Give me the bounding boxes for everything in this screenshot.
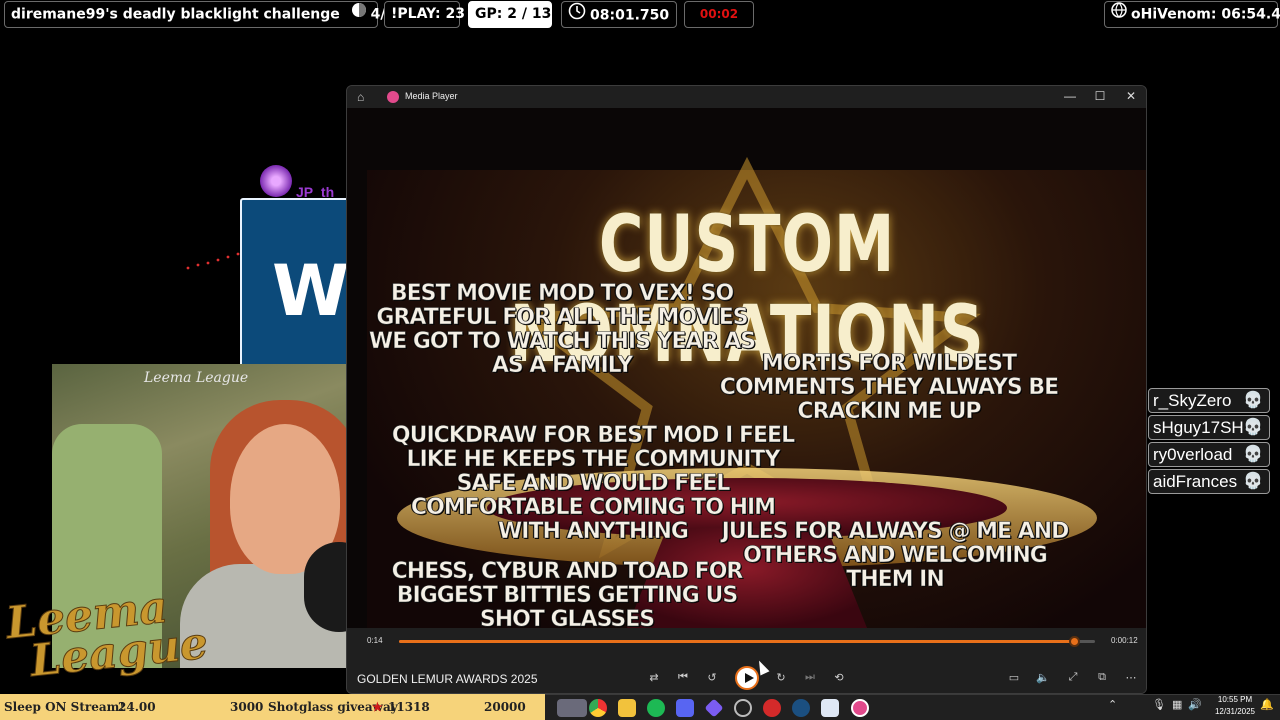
chat-name-3: ry0verload 💀 — [1148, 442, 1270, 467]
taskbar-clock[interactable]: 10:55 PM 12/31/2025 — [1212, 694, 1258, 718]
skull-icon: 💀 — [1243, 419, 1263, 436]
ticker-item-3: 3000 — [230, 700, 264, 714]
chrome-icon[interactable] — [589, 699, 607, 717]
tray-chevron-icon[interactable]: ⌃ — [1108, 698, 1117, 711]
discord-icon[interactable] — [676, 699, 694, 717]
media-player-window[interactable]: ⌂ Media Player — ☐ ✕ CUSTOM NOMNATIONS B… — [346, 85, 1147, 694]
taskbar — [545, 694, 1280, 720]
media-player-taskbar-icon[interactable] — [851, 699, 869, 717]
app-icon-circle[interactable] — [734, 699, 752, 717]
nomination-5: CHESS, CYBUR AND TOAD FOR BIGGEST BITTIE… — [391, 559, 743, 628]
minimize-button[interactable]: — — [1056, 89, 1084, 103]
skull-icon: 💀 — [1243, 473, 1263, 490]
challenge-title-pill: diremane99's deadly blacklight challenge… — [4, 1, 405, 28]
chat-name-text: sHguy17SH — [1153, 418, 1244, 437]
red-timer-pill: 00:02 — [684, 1, 754, 28]
seek-handle[interactable] — [1069, 636, 1081, 647]
challenge-title: diremane99's deadly blacklight challenge — [11, 6, 340, 23]
ticker-item-2: 24.00 — [118, 700, 156, 714]
background-card-text: W — [272, 250, 350, 332]
video-frame[interactable]: CUSTOM NOMNATIONS BEST MOVIE MOD TO VEX!… — [347, 108, 1146, 628]
taskbar-date: 12/31/2025 — [1214, 707, 1256, 716]
maximize-button[interactable]: ☐ — [1086, 89, 1114, 103]
red-timer: 00:02 — [699, 7, 739, 21]
more-options-icon[interactable]: ⋯ — [1123, 671, 1139, 684]
chat-name-1: r_SkyZero 💀 — [1148, 388, 1270, 413]
seek-bar[interactable] — [399, 636, 1095, 647]
volume-icon[interactable]: 🔈 — [1035, 671, 1051, 684]
ticker-item-1: Sleep ON Stream! — [4, 700, 125, 714]
tray-mic-icon[interactable]: 🎙 — [1152, 698, 1166, 711]
channel-logo: Leema League — [3, 581, 211, 688]
notification-bell-icon[interactable]: 🔔 — [1260, 698, 1274, 711]
nomination-1: BEST MOVIE MOD TO VEX! SO GRATEFUL FOR A… — [368, 281, 757, 378]
skull-icon: 💀 — [1243, 392, 1263, 409]
stream-ticker: Sleep ON Stream! 24.00 3000 Shotglass gi… — [0, 694, 545, 720]
app-icon-window[interactable] — [821, 699, 839, 717]
forward-30-icon[interactable]: ↻ — [773, 671, 789, 684]
recorder-icon[interactable] — [763, 699, 781, 717]
title-bar[interactable]: ⌂ Media Player — ☐ ✕ — [347, 86, 1146, 108]
runner-time: oHiVenom: 06:54.431 — [1131, 6, 1280, 23]
file-explorer-icon[interactable] — [618, 699, 636, 717]
purple-badge-icon — [260, 165, 292, 197]
fullscreen-icon[interactable]: ⤢ — [1065, 671, 1081, 684]
home-icon[interactable]: ⌂ — [357, 90, 364, 104]
runner-pill: oHiVenom: 06:54.431 — [1104, 1, 1280, 28]
gp-count: GP: 2 / 13 — [475, 6, 552, 22]
gp-pill: GP: 2 / 13 — [468, 1, 552, 28]
app-icon-diamond[interactable] — [704, 698, 724, 718]
webcam-neon-sign: Leema League — [144, 370, 249, 386]
seek-bar-fill — [399, 640, 1075, 643]
chat-name-text: aidFrances — [1153, 472, 1238, 491]
elapsed-time: 0:14 — [367, 636, 383, 645]
now-playing-title: GOLDEN LEMUR AWARDS 2025 — [357, 672, 538, 686]
chat-name-4: aidFrances 💀 — [1148, 469, 1270, 494]
repeat-icon[interactable]: ⟲ — [831, 671, 847, 684]
nomination-2: MORTIS FOR WILDEST COMMENTS THEY ALWAYS … — [719, 351, 1059, 424]
mini-player-icon[interactable]: ⧉ — [1094, 671, 1110, 684]
volume-tray-icon[interactable]: 🔊 — [1188, 698, 1202, 711]
play-count-pill: !PLAY: 23 — [384, 1, 465, 28]
taskbar-game-icon[interactable] — [557, 699, 587, 717]
rewind-10-icon[interactable]: ↺ — [704, 671, 720, 684]
clock-icon — [568, 2, 586, 29]
next-icon[interactable]: ⏭ — [802, 671, 818, 684]
taskbar-time: 10:55 PM — [1217, 695, 1253, 704]
skull-icon: 💀 — [1243, 446, 1263, 463]
run-timer-pill: 08:01.750 — [561, 1, 677, 28]
star-icon: ★ — [372, 700, 383, 714]
previous-icon[interactable]: ⏮ — [675, 671, 691, 684]
background-card: W — [240, 198, 350, 368]
window-title: Media Player — [405, 91, 458, 101]
subtitles-icon[interactable]: ▭ — [1006, 671, 1022, 684]
chat-name-text: r_SkyZero — [1153, 391, 1232, 410]
ticker-item-6: 20000 — [484, 700, 526, 714]
remaining-time: 0:00:12 — [1111, 636, 1138, 645]
globe-icon — [1111, 2, 1127, 27]
spotify-icon[interactable] — [647, 699, 665, 717]
ticker-item-5: 11318 — [388, 700, 430, 714]
close-button[interactable]: ✕ — [1117, 89, 1145, 103]
chat-name-2: sHguy17SH 💀 — [1148, 415, 1270, 440]
steam-icon[interactable] — [792, 699, 810, 717]
run-timer: 08:01.750 — [590, 7, 670, 24]
media-player-app-icon — [387, 91, 399, 103]
playback-controls: 0:14 0:00:12 GOLDEN LEMUR AWARDS 2025 ⇄ … — [347, 628, 1146, 693]
channel-logo-line-2: League — [27, 617, 211, 688]
shuffle-icon[interactable]: ⇄ — [646, 671, 662, 684]
progress-circle-icon — [351, 2, 367, 27]
network-icon[interactable]: ▦ — [1172, 698, 1182, 711]
chat-name-text: ry0verload — [1153, 445, 1233, 464]
play-button[interactable] — [735, 666, 759, 690]
spark-trail-icon — [186, 252, 240, 270]
play-count: !PLAY: 23 — [391, 6, 465, 22]
